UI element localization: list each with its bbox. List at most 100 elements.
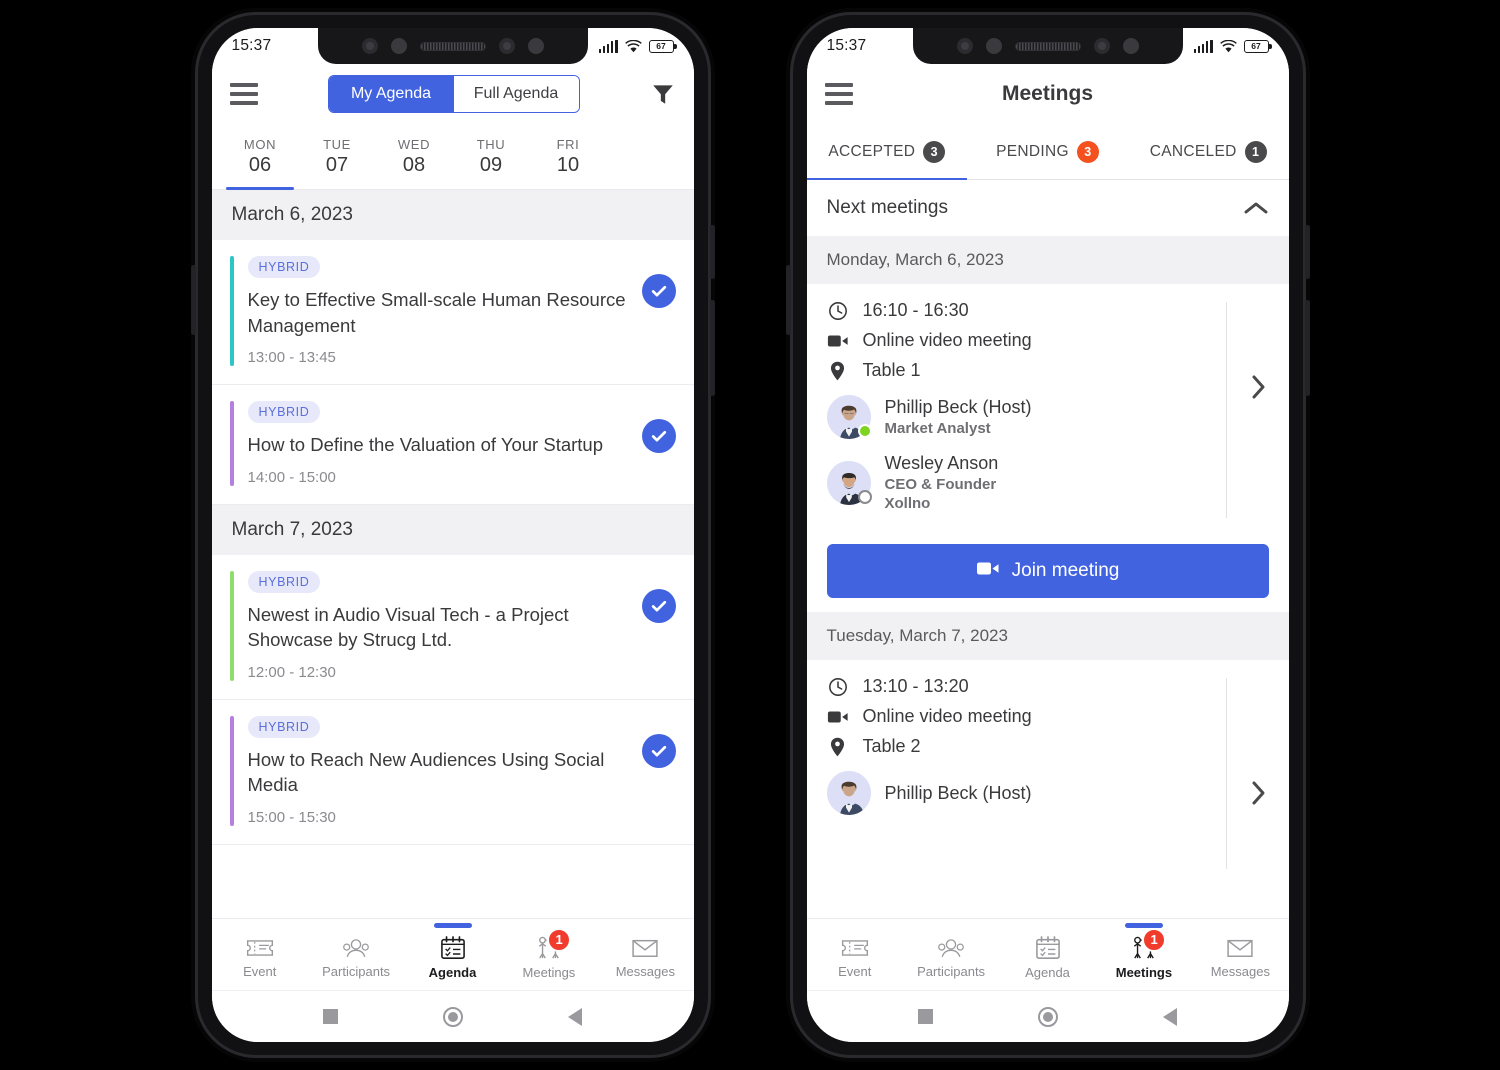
- day-label: WED: [397, 136, 431, 152]
- date-header: Tuesday, March 7, 2023: [806, 612, 1289, 660]
- day-number: 10: [556, 153, 580, 176]
- front-camera-secondary-icon: [1093, 38, 1110, 54]
- next-meetings-section-header[interactable]: Next meetings: [806, 180, 1289, 236]
- participant-name: Phillip Beck (Host): [884, 397, 1032, 417]
- participant-row[interactable]: Phillip Beck (Host): [826, 771, 1269, 815]
- envelope-icon: [632, 939, 658, 957]
- filter-icon[interactable]: [650, 81, 676, 107]
- agenda-item-title: Newest in Audio Visual Tech - a Project …: [247, 603, 569, 651]
- nav-item-participants[interactable]: Participants: [903, 931, 999, 979]
- proximity-sensor-icon: [390, 38, 407, 54]
- hamburger-menu-icon[interactable]: [824, 83, 853, 105]
- agenda-item-time: 12:00 - 12:30: [247, 663, 336, 681]
- volume-up-button[interactable]: [1304, 225, 1310, 279]
- circle-icon[interactable]: [443, 1006, 463, 1027]
- agenda-list[interactable]: March 6, 2023 HYBRID Key to Effective Sm…: [211, 190, 694, 918]
- meeting-card[interactable]: 16:10 - 16:30 Online video meeting Table…: [806, 284, 1289, 526]
- location-pin-icon: [827, 737, 849, 757]
- tab-canceled[interactable]: CANCELED 1: [1128, 124, 1289, 179]
- day-wed[interactable]: WED 08: [376, 124, 453, 189]
- check-circle-icon[interactable]: [641, 588, 676, 623]
- agenda-item[interactable]: HYBRID Key to Effective Small-scale Huma…: [211, 240, 694, 386]
- front-camera-icon: [361, 38, 378, 54]
- meeting-time-row: 13:10 - 13:20: [827, 676, 1269, 697]
- participant-name: Wesley Anson: [884, 453, 999, 473]
- front-camera-secondary-icon: [498, 38, 515, 54]
- join-meeting-button[interactable]: Join meeting: [826, 544, 1269, 598]
- nav-item-agenda[interactable]: Agenda: [999, 930, 1095, 980]
- square-icon[interactable]: [918, 1009, 933, 1024]
- chevron-right-icon[interactable]: [1251, 780, 1267, 806]
- day-tue[interactable]: TUE 07: [299, 124, 376, 189]
- participant-row[interactable]: Wesley Anson CEO & Founder Xollno: [826, 453, 1269, 512]
- square-icon[interactable]: [323, 1009, 338, 1024]
- check-circle-icon[interactable]: [641, 419, 676, 454]
- phone-meetings: 15:37 67 Meetings ACCEPTED 3 PENDING 3 C…: [785, 15, 1310, 1055]
- nav-item-event[interactable]: Event: [807, 931, 903, 979]
- agenda-item-time: 15:00 - 15:30: [247, 808, 336, 826]
- circle-icon[interactable]: [1038, 1006, 1058, 1027]
- hamburger-menu-icon[interactable]: [229, 83, 258, 105]
- day-number: 07: [325, 153, 349, 176]
- tab-full-agenda[interactable]: Full Agenda: [453, 76, 579, 112]
- system-navigation-bar[interactable]: [211, 990, 694, 1042]
- wifi-icon: [624, 39, 642, 52]
- status-icons: 67: [598, 39, 677, 53]
- agenda-item-title: How to Reach New Audiences Using Social …: [247, 748, 605, 796]
- day-fri[interactable]: FRI 10: [530, 124, 607, 189]
- nav-item-participants[interactable]: Participants: [308, 931, 404, 979]
- day-thu[interactable]: THU 09: [453, 124, 530, 189]
- volume-down-button[interactable]: [1304, 300, 1310, 396]
- meeting-time-row: 16:10 - 16:30: [827, 300, 1269, 321]
- participant-row[interactable]: Phillip Beck (Host) Market Analyst: [826, 395, 1269, 439]
- day-number: 09: [479, 153, 503, 176]
- nav-item-agenda[interactable]: Agenda: [404, 930, 500, 980]
- meeting-time: 13:10 - 13:20: [862, 676, 969, 696]
- bottom-navigation[interactable]: Event Participants Agenda Meetings 1 Mes…: [211, 918, 694, 990]
- system-navigation-bar[interactable]: [806, 990, 1289, 1042]
- day-mon[interactable]: MON 06: [222, 124, 299, 190]
- agenda-item[interactable]: HYBRID Newest in Audio Visual Tech - a P…: [211, 554, 694, 700]
- join-meeting-label: Join meeting: [1011, 560, 1120, 581]
- nav-item-event[interactable]: Event: [212, 931, 308, 979]
- volume-down-button[interactable]: [709, 300, 715, 396]
- meeting-time: 16:10 - 16:30: [862, 300, 969, 320]
- tab-pending[interactable]: PENDING 3: [967, 124, 1128, 179]
- tab-label: ACCEPTED: [828, 142, 916, 160]
- power-button[interactable]: [190, 265, 196, 335]
- battery-level: 67: [1251, 41, 1261, 51]
- section-title: Next meetings: [826, 197, 948, 218]
- tab-accepted[interactable]: ACCEPTED 3: [806, 124, 968, 180]
- check-circle-icon[interactable]: [641, 274, 676, 308]
- tab-my-agenda[interactable]: My Agenda: [328, 76, 454, 112]
- check-circle-icon[interactable]: [641, 733, 676, 768]
- volume-up-button[interactable]: [709, 225, 715, 279]
- agenda-color-bar: [229, 715, 234, 826]
- meeting-type-row: Online video meeting: [827, 706, 1269, 727]
- tab-count-badge: 1: [1244, 140, 1267, 163]
- phone-notch: [317, 28, 588, 64]
- nav-item-meetings[interactable]: Meetings 1: [1096, 927, 1192, 980]
- bottom-navigation[interactable]: Event Participants Agenda Meetings 1 Mes…: [806, 918, 1289, 990]
- agenda-segmented-control[interactable]: My Agenda Full Agenda: [327, 75, 580, 113]
- agenda-item[interactable]: HYBRID How to Reach New Audiences Using …: [211, 699, 694, 845]
- phone-agenda: 15:37 67 My Agenda Full Agenda MON 06 TU…: [190, 15, 715, 1055]
- agenda-screen: 15:37 67 My Agenda Full Agenda MON 06 TU…: [211, 28, 694, 1042]
- chevron-up-icon[interactable]: [1243, 200, 1269, 216]
- chevron-right-icon[interactable]: [1251, 374, 1267, 400]
- triangle-back-icon[interactable]: [568, 1007, 582, 1026]
- screenshot-stage: 15:37 67 My Agenda Full Agenda MON 06 TU…: [0, 0, 1500, 1070]
- meetings-tabs[interactable]: ACCEPTED 3 PENDING 3 CANCELED 1: [806, 124, 1289, 180]
- meeting-card[interactable]: 13:10 - 13:20 Online video meeting Table…: [806, 660, 1289, 869]
- agenda-item[interactable]: HYBRID How to Define the Valuation of Yo…: [211, 385, 694, 505]
- location-pin-icon: [827, 361, 849, 381]
- nav-item-messages[interactable]: Messages: [1192, 931, 1288, 979]
- day-strip[interactable]: MON 06 TUE 07 WED 08 THU 09 FRI 10: [211, 124, 694, 190]
- power-button[interactable]: [785, 265, 791, 335]
- meetings-list[interactable]: Next meetings Monday, March 6, 2023 16:1…: [806, 180, 1289, 918]
- status-badge: HYBRID: [247, 401, 321, 424]
- day-number: 06: [248, 153, 272, 176]
- triangle-back-icon[interactable]: [1163, 1007, 1177, 1026]
- nav-item-meetings[interactable]: Meetings 1: [501, 927, 597, 980]
- nav-item-messages[interactable]: Messages: [597, 931, 693, 979]
